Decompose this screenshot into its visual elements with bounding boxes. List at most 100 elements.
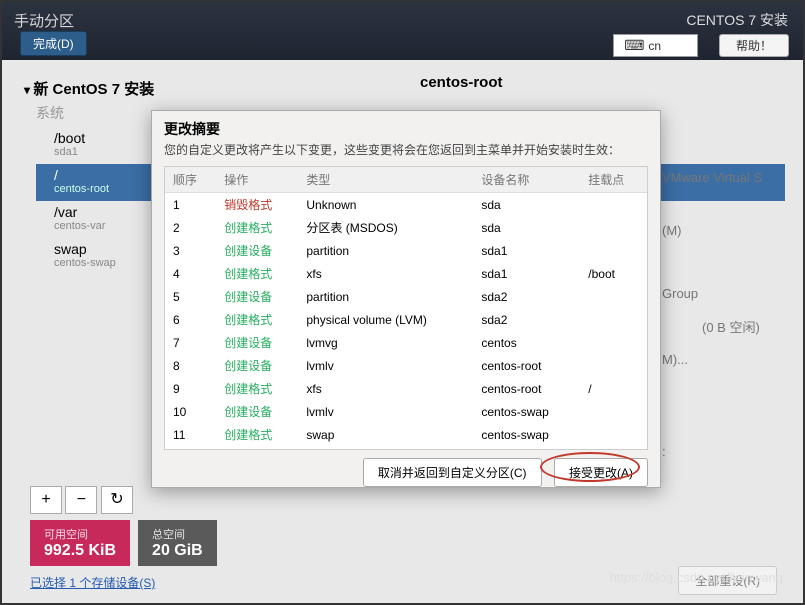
cell-dev: sda xyxy=(473,193,580,217)
table-row[interactable]: 6创建格式physical volume (LVM)sda2 xyxy=(165,308,647,331)
col-type[interactable]: 类型 xyxy=(298,167,473,193)
cell-dev: centos-swap xyxy=(473,423,580,446)
cell-mount xyxy=(580,423,647,446)
changes-table-wrap[interactable]: 顺序 操作 类型 设备名称 挂载点 1销毁格式Unknownsda2创建格式分区… xyxy=(164,166,648,450)
done-button[interactable]: 完成(D) xyxy=(20,31,87,56)
top-bar: 手动分区 完成(D) CENTOS 7 安装 cn 帮助！ xyxy=(2,2,803,60)
cell-dev: sda1 xyxy=(473,239,580,262)
reset-all-button[interactable]: 全部重设(R) xyxy=(678,566,777,595)
cell-op: 创建格式 xyxy=(216,423,298,446)
cell-type: lvmlv xyxy=(298,354,473,377)
cell-dev: sda xyxy=(473,216,580,239)
cell-dev: sda1 xyxy=(473,262,580,285)
cell-op: 销毁格式 xyxy=(216,193,298,217)
cell-mount: / xyxy=(580,377,647,400)
modify-btn-ghost[interactable]: (M) xyxy=(662,223,682,238)
cell-type: lvmvg xyxy=(298,331,473,354)
cell-order: 8 xyxy=(165,354,216,377)
col-dev[interactable]: 设备名称 xyxy=(473,167,580,193)
table-row[interactable]: 10创建设备lvmlvcentos-swap xyxy=(165,400,647,423)
col-mount[interactable]: 挂载点 xyxy=(580,167,647,193)
add-partition-button[interactable]: + xyxy=(30,486,62,514)
cell-type: lvmlv xyxy=(298,400,473,423)
col-op[interactable]: 操作 xyxy=(216,167,298,193)
available-space-box: 可用空间 992.5 KiB xyxy=(30,520,130,566)
cell-type: partition xyxy=(298,239,473,262)
cell-type: partition xyxy=(298,285,473,308)
cell-order: 6 xyxy=(165,308,216,331)
keyboard-layout-selector[interactable]: cn xyxy=(613,34,698,57)
cell-order: 4 xyxy=(165,262,216,285)
cell-mount xyxy=(580,354,647,377)
dialog-description: 您的自定义更改将产生以下变更，这些变更将会在您返回到主菜单并开始安装时生效： xyxy=(152,141,660,166)
cell-dev: centos xyxy=(473,331,580,354)
cell-order: 7 xyxy=(165,331,216,354)
cell-type: xfs xyxy=(298,377,473,400)
help-button[interactable]: 帮助！ xyxy=(719,34,789,57)
total-space-label: 总空间 xyxy=(152,526,203,542)
volume-group-free[interactable]: (0 B 空闲) xyxy=(702,317,760,336)
cell-mount xyxy=(580,331,647,354)
cell-op: 创建格式 xyxy=(216,262,298,285)
table-row[interactable]: 2创建格式分区表 (MSDOS)sda xyxy=(165,216,647,239)
table-row[interactable]: 11创建格式swapcentos-swap xyxy=(165,423,647,446)
cell-op: 创建设备 xyxy=(216,331,298,354)
installer-title: CENTOS 7 安装 xyxy=(686,10,788,30)
install-header[interactable]: 新 CentOS 7 安装 xyxy=(24,78,785,99)
cell-mount xyxy=(580,308,647,331)
storage-devices-link[interactable]: 已选择 1 个存储设备(S) xyxy=(30,574,155,591)
volume-group-label: Group xyxy=(662,286,698,301)
space-summary: 可用空间 992.5 KiB 总空间 20 GiB xyxy=(30,520,217,566)
col-order[interactable]: 顺序 xyxy=(165,167,216,193)
mount-point-title: centos-root xyxy=(420,74,503,91)
page-title: 手动分区 xyxy=(14,10,74,31)
cell-order: 11 xyxy=(165,423,216,446)
remove-partition-button[interactable]: − xyxy=(65,486,97,514)
cell-mount xyxy=(580,193,647,217)
cell-mount xyxy=(580,400,647,423)
cell-type: swap xyxy=(298,423,473,446)
cell-op: 创建设备 xyxy=(216,285,298,308)
cell-order: 9 xyxy=(165,377,216,400)
table-row[interactable]: 5创建设备partitionsda2 xyxy=(165,285,647,308)
cell-op: 创建设备 xyxy=(216,400,298,423)
cell-type: 分区表 (MSDOS) xyxy=(298,216,473,239)
table-row[interactable]: 9创建格式xfscentos-root/ xyxy=(165,377,647,400)
cell-order: 1 xyxy=(165,193,216,217)
total-space-box: 总空间 20 GiB xyxy=(138,520,217,566)
cell-dev: centos-root xyxy=(473,377,580,400)
table-row[interactable]: 3创建设备partitionsda1 xyxy=(165,239,647,262)
cell-order: 5 xyxy=(165,285,216,308)
cell-dev: sda2 xyxy=(473,285,580,308)
table-row[interactable]: 1销毁格式Unknownsda xyxy=(165,193,647,217)
cell-op: 创建设备 xyxy=(216,239,298,262)
cell-type: xfs xyxy=(298,262,473,285)
table-row[interactable]: 7创建设备lvmvgcentos xyxy=(165,331,647,354)
available-space-value: 992.5 KiB xyxy=(44,542,116,560)
device-info: VMware Virtual S xyxy=(662,170,762,185)
total-space-value: 20 GiB xyxy=(152,542,203,560)
cell-order: 3 xyxy=(165,239,216,262)
cell-mount: /boot xyxy=(580,262,647,285)
cancel-button[interactable]: 取消并返回到自定义分区(C) xyxy=(363,458,542,487)
cell-order: 2 xyxy=(165,216,216,239)
cell-dev: centos-root xyxy=(473,354,580,377)
cell-mount xyxy=(580,216,647,239)
modify-vg-ghost[interactable]: M)... xyxy=(662,352,688,367)
available-space-label: 可用空间 xyxy=(44,526,116,542)
partition-toolbar: + − ↻ xyxy=(30,486,133,514)
cell-op: 创建格式 xyxy=(216,216,298,239)
reload-button[interactable]: ↻ xyxy=(101,486,133,514)
accept-button[interactable]: 接受更改(A) xyxy=(554,458,648,487)
cell-op: 创建格式 xyxy=(216,377,298,400)
cell-op: 创建格式 xyxy=(216,308,298,331)
table-row[interactable]: 8创建设备lvmlvcentos-root xyxy=(165,354,647,377)
label-colon: : xyxy=(662,444,666,459)
dialog-buttons: 取消并返回到自定义分区(C) 接受更改(A) xyxy=(152,450,660,495)
cell-mount xyxy=(580,239,647,262)
dialog-title: 更改摘要 xyxy=(152,111,660,141)
cell-mount xyxy=(580,285,647,308)
cell-type: Unknown xyxy=(298,193,473,217)
changes-table: 顺序 操作 类型 设备名称 挂载点 1销毁格式Unknownsda2创建格式分区… xyxy=(165,167,647,450)
table-row[interactable]: 4创建格式xfssda1/boot xyxy=(165,262,647,285)
